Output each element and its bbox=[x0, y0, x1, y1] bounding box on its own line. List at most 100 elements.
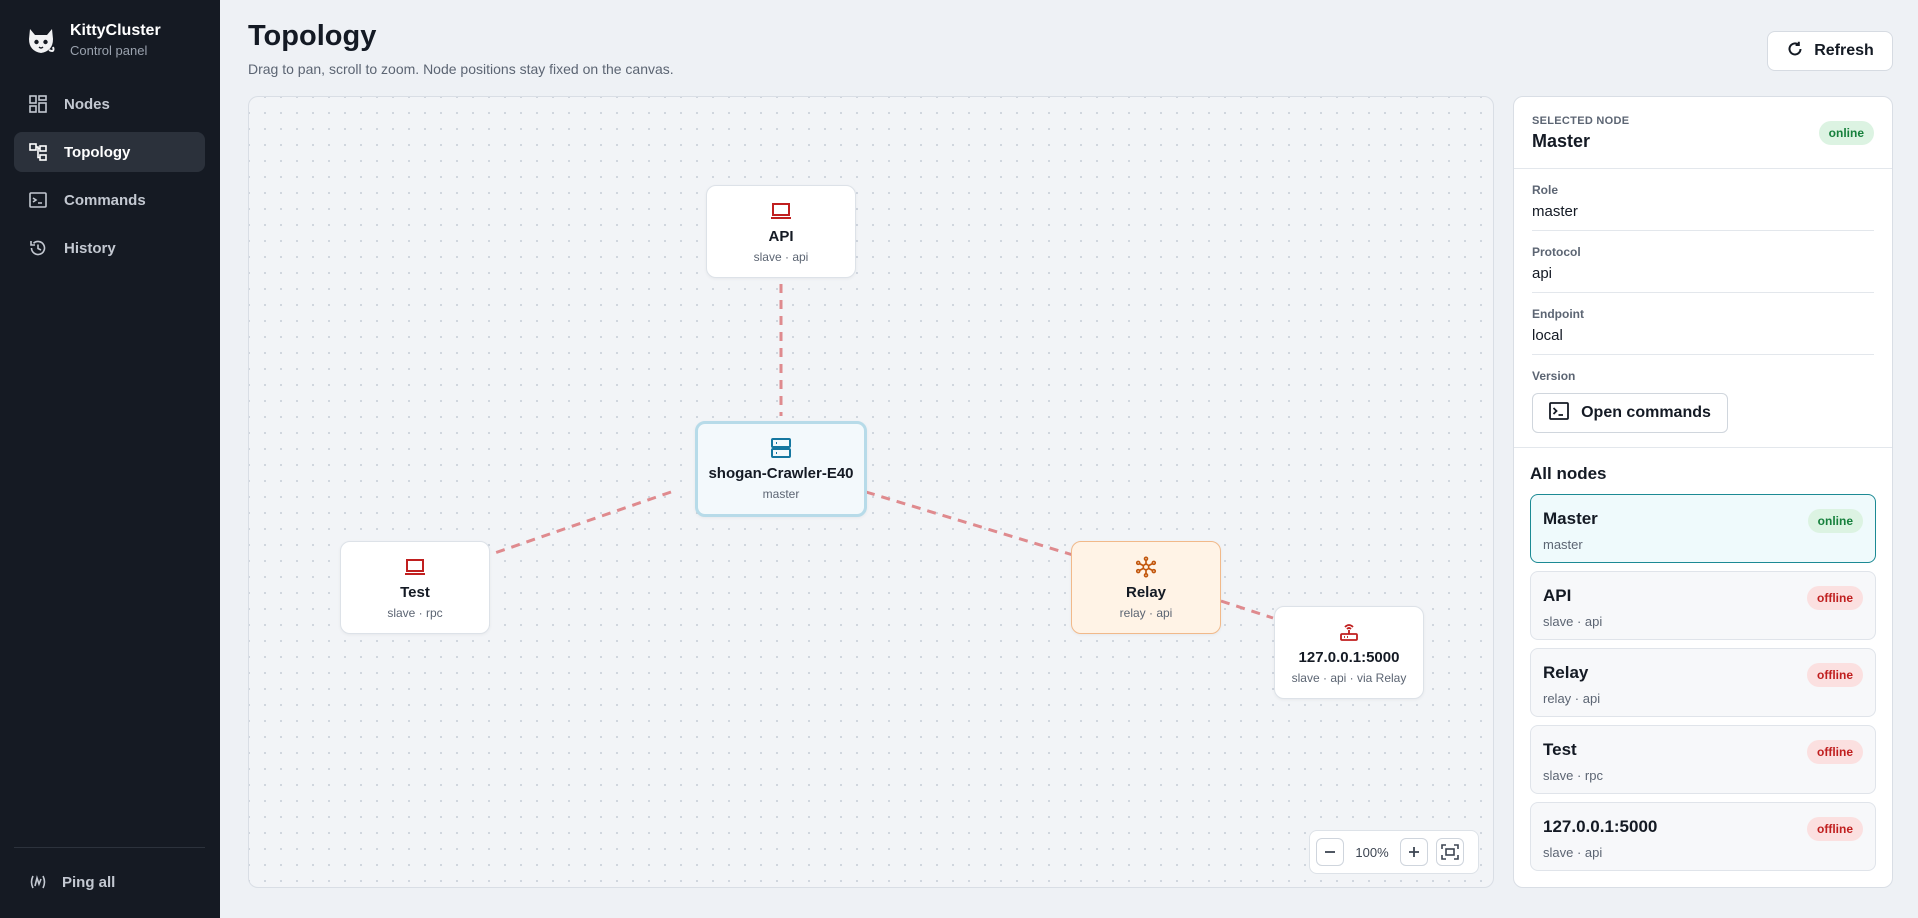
list-item[interactable]: API slave · api offline bbox=[1530, 571, 1876, 640]
hub-icon bbox=[1135, 555, 1157, 578]
edges bbox=[488, 284, 1274, 620]
sidebar-item-label: Commands bbox=[64, 191, 146, 209]
ping-all-label: Ping all bbox=[62, 873, 116, 891]
sidebar-nav: Nodes Topology Commands History bbox=[14, 84, 205, 276]
node-meta: slave · api · via Relay bbox=[1291, 670, 1407, 685]
field-label: Endpoint bbox=[1532, 307, 1584, 321]
sidebar-item-label: History bbox=[64, 239, 116, 257]
all-nodes-title: All nodes bbox=[1530, 464, 1607, 483]
selected-node-header: SELECTED NODE Master online bbox=[1514, 97, 1892, 169]
zoom-level: 100% bbox=[1355, 844, 1389, 860]
grid-icon bbox=[28, 94, 48, 114]
list-item-name: API bbox=[1543, 586, 1572, 605]
list-item-meta: master bbox=[1543, 537, 1583, 552]
topology-node-endpoint[interactable]: 127.0.0.1:5000 slave · api · via Relay bbox=[1274, 606, 1424, 699]
sidebar-item-topology[interactable]: Topology bbox=[14, 132, 205, 172]
edge-master-relay bbox=[865, 490, 1074, 557]
edge-master-test bbox=[488, 490, 672, 557]
list-item-meta: slave · rpc bbox=[1543, 768, 1603, 783]
topology-node-test[interactable]: Test slave · rpc bbox=[340, 541, 490, 634]
node-meta: slave · api bbox=[753, 249, 809, 264]
field-version: Version bbox=[1532, 355, 1874, 383]
app-subtitle: Control panel bbox=[70, 43, 148, 58]
node-name: 127.0.0.1:5000 bbox=[1298, 648, 1400, 666]
list-item-meta: relay · api bbox=[1543, 691, 1601, 706]
list-item[interactable]: 127.0.0.1:5000 slave · api offline bbox=[1530, 802, 1876, 871]
topology-canvas[interactable]: API slave · api shogan-Crawler-E40 maste… bbox=[248, 96, 1494, 888]
node-name: Relay bbox=[1125, 583, 1167, 601]
node-meta: relay · api bbox=[1119, 605, 1173, 620]
field-label: Version bbox=[1532, 369, 1576, 383]
topology-node-relay[interactable]: Relay relay · api bbox=[1071, 541, 1221, 634]
status-badge: offline bbox=[1807, 586, 1863, 610]
field-value: master bbox=[1532, 203, 1578, 220]
field-protocol: Protocol api bbox=[1532, 231, 1874, 293]
list-item-name: 127.0.0.1:5000 bbox=[1543, 817, 1658, 836]
field-label: Role bbox=[1532, 183, 1559, 197]
zoom-controls: 100% bbox=[1309, 830, 1479, 874]
panel-divider bbox=[1514, 447, 1892, 448]
terminal-icon bbox=[28, 190, 48, 210]
field-role: Role master bbox=[1532, 169, 1874, 231]
refresh-button[interactable]: Refresh bbox=[1767, 31, 1893, 71]
laptop-icon bbox=[770, 200, 792, 222]
list-item[interactable]: Test slave · rpc offline bbox=[1530, 725, 1876, 794]
list-item-name: Test bbox=[1543, 740, 1577, 759]
cat-logo-icon bbox=[29, 29, 55, 53]
page-title: Topology bbox=[248, 20, 377, 52]
open-commands-button[interactable]: Open commands bbox=[1532, 393, 1728, 433]
field-value: api bbox=[1532, 265, 1553, 282]
node-name: API bbox=[768, 227, 794, 245]
page-subtitle: Drag to pan, scroll to zoom. Node positi… bbox=[248, 61, 674, 77]
sidebar-item-label: Topology bbox=[64, 143, 131, 161]
open-commands-label: Open commands bbox=[1581, 404, 1711, 421]
status-badge: offline bbox=[1807, 663, 1863, 687]
sidebar: KittyCluster Control panel Nodes Topolog… bbox=[0, 0, 220, 918]
list-item-name: Master bbox=[1543, 509, 1598, 528]
node-meta: master bbox=[762, 487, 800, 501]
node-meta: slave · rpc bbox=[387, 605, 443, 620]
refresh-label: Refresh bbox=[1814, 42, 1874, 59]
router-icon bbox=[1338, 621, 1360, 643]
history-icon bbox=[28, 238, 48, 258]
edge-relay-endpoint bbox=[1220, 599, 1274, 620]
topology-node-master[interactable]: shogan-Crawler-E40 master bbox=[695, 421, 867, 517]
list-item-meta: slave · api bbox=[1543, 845, 1603, 860]
fit-view-icon bbox=[1441, 844, 1459, 860]
brand[interactable]: KittyCluster Control panel bbox=[26, 22, 161, 58]
list-item-meta: slave · api bbox=[1543, 614, 1603, 629]
topology-node-api[interactable]: API slave · api bbox=[706, 185, 856, 278]
list-item[interactable]: Relay relay · api offline bbox=[1530, 648, 1876, 717]
zoom-in-button[interactable] bbox=[1400, 838, 1428, 866]
selected-node-label: SELECTED NODE bbox=[1532, 115, 1630, 127]
sidebar-item-history[interactable]: History bbox=[14, 228, 205, 268]
status-badge: online bbox=[1807, 509, 1863, 533]
status-badge: offline bbox=[1807, 740, 1863, 764]
sidebar-item-nodes[interactable]: Nodes bbox=[14, 84, 205, 124]
selected-node-name: Master bbox=[1532, 131, 1591, 151]
sidebar-item-label: Nodes bbox=[64, 95, 110, 113]
node-name: shogan-Crawler-E40 bbox=[708, 465, 854, 482]
plus-icon bbox=[1409, 847, 1419, 857]
sidebar-divider bbox=[14, 847, 205, 848]
details-panel: SELECTED NODE Master online Role master … bbox=[1513, 96, 1893, 888]
status-badge: offline bbox=[1807, 817, 1863, 841]
field-endpoint: Endpoint local bbox=[1532, 293, 1874, 355]
terminal-icon bbox=[1549, 401, 1569, 425]
fit-view-button[interactable] bbox=[1436, 838, 1464, 866]
field-label: Protocol bbox=[1532, 245, 1581, 259]
node-name: Test bbox=[400, 583, 430, 601]
sidebar-item-commands[interactable]: Commands bbox=[14, 180, 205, 220]
list-item[interactable]: Master master online bbox=[1530, 494, 1876, 563]
all-nodes-list: Master master online API slave · api off… bbox=[1514, 484, 1892, 887]
ping-all-button[interactable]: Ping all bbox=[28, 872, 115, 892]
field-value: local bbox=[1532, 327, 1563, 344]
laptop-icon bbox=[404, 556, 426, 578]
ping-icon bbox=[28, 872, 48, 892]
server-icon bbox=[770, 437, 792, 459]
list-item-name: Relay bbox=[1543, 663, 1589, 682]
zoom-out-button[interactable] bbox=[1316, 838, 1344, 866]
topology-icon bbox=[28, 142, 48, 162]
app-title: KittyCluster bbox=[70, 22, 161, 39]
minus-icon bbox=[1325, 851, 1335, 853]
